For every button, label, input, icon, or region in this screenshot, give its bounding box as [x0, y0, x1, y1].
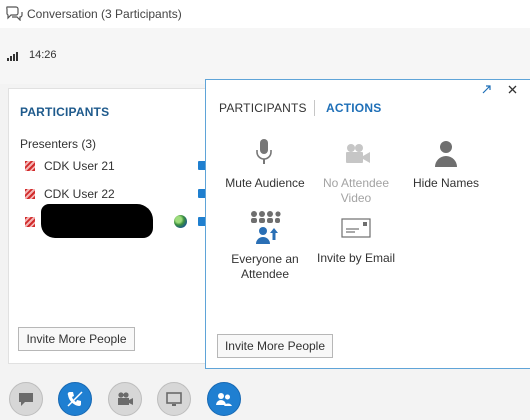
video-camera-icon [346, 144, 370, 163]
no-attendee-video-label-line1: No Attendee [322, 176, 390, 190]
participant-name: CDK User 21 [44, 159, 115, 173]
participant-name: CDK User 22 [44, 187, 115, 201]
video-button[interactable] [108, 382, 142, 416]
window-title: Conversation (3 Participants) [27, 7, 182, 21]
info-bar [0, 28, 530, 84]
hide-names-label: Hide Names [412, 176, 480, 190]
presence-busy-icon [25, 189, 35, 199]
invite-more-people-button[interactable]: Invite More People [18, 327, 135, 351]
participant-row[interactable]: CDK User 21 [25, 158, 215, 174]
call-duration: 14:26 [29, 49, 57, 61]
tab-actions[interactable]: ACTIONS [326, 101, 381, 115]
hide-names-action[interactable]: Hide Names [406, 138, 486, 190]
tab-participants[interactable]: PARTICIPANTS [219, 101, 307, 115]
microphone-icon [256, 139, 272, 164]
invite-more-people-button[interactable]: Invite More People [217, 334, 333, 358]
invite-by-email-label: Invite by Email [316, 251, 396, 265]
video-camera-icon [118, 392, 133, 405]
people-icon [216, 393, 232, 406]
participant-actions-popup: PARTICIPANTS ACTIONS Mute Audience No At… [205, 79, 530, 369]
person-icon [435, 141, 457, 167]
participants-heading: PARTICIPANTS [20, 105, 110, 119]
no-attendee-video-action: No Attendee Video [312, 138, 400, 208]
pop-out-icon[interactable] [482, 85, 491, 94]
presence-busy-icon [25, 217, 35, 227]
conversation-icon [6, 6, 23, 21]
no-attendee-video-label-line2: Video [340, 191, 372, 205]
invite-by-email-action[interactable]: Invite by Email [310, 218, 402, 268]
participants-button[interactable] [207, 382, 241, 416]
everyone-an-attendee-label-line1: Everyone an [231, 252, 299, 266]
present-screen-icon [166, 392, 182, 406]
window-title-bar: Conversation (3 Participants) [0, 0, 530, 28]
tab-divider [314, 100, 315, 116]
phone-muted-icon [67, 391, 83, 407]
chat-bubble-icon [19, 393, 33, 406]
redacted-participant-name [43, 206, 151, 236]
presence-busy-icon [25, 161, 35, 171]
everyone-an-attendee-action[interactable]: Everyone an Attendee [220, 210, 310, 282]
mute-audience-label: Mute Audience [225, 176, 305, 190]
globe-icon [174, 215, 187, 228]
close-icon[interactable] [508, 85, 517, 94]
group-arrow-icon [251, 211, 281, 244]
im-button[interactable] [9, 382, 43, 416]
audio-button[interactable] [58, 382, 92, 416]
email-icon [341, 218, 371, 238]
participant-row[interactable]: CDK User 22 [25, 186, 215, 202]
mute-audience-action[interactable]: Mute Audience [220, 138, 310, 190]
present-button[interactable] [157, 382, 191, 416]
everyone-an-attendee-label-line2: Attendee [240, 267, 290, 281]
signal-icon [7, 51, 21, 61]
presenters-group-label[interactable]: Presenters (3) [20, 137, 96, 151]
